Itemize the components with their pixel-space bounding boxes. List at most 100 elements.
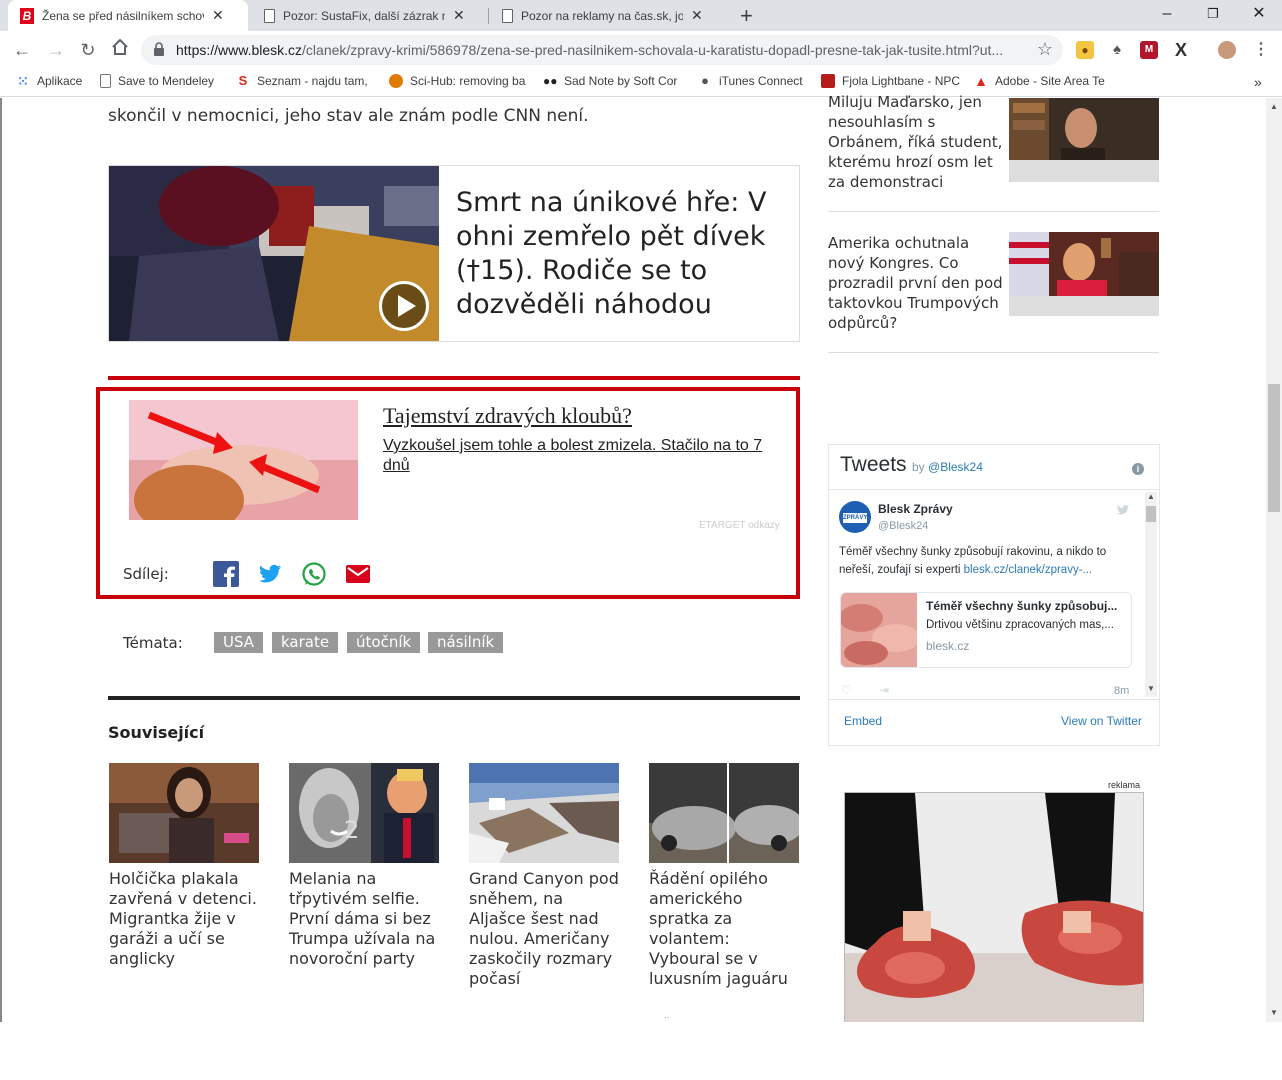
home-icon[interactable] <box>108 38 132 62</box>
video-play-icon[interactable] <box>379 281 429 331</box>
tab-title: Žena se před násilníkem schovala u karat… <box>42 8 204 23</box>
email-icon[interactable] <box>345 561 371 587</box>
more-bookmarks-icon[interactable]: » <box>1254 74 1262 90</box>
apps-grid-icon: ⁙ <box>17 73 29 89</box>
related-image-melania-trump[interactable]: 2 <box>289 763 439 863</box>
card-title: Téměř všechny šunky způsobuj... <box>926 599 1118 613</box>
related-heading: Související <box>108 723 205 742</box>
sidebar-story-image-student[interactable] <box>1009 98 1159 182</box>
reload-icon[interactable]: ↻ <box>76 38 100 62</box>
facebook-icon[interactable] <box>213 561 239 587</box>
tweet-text: Téměř všechny šunky způsobují rakovinu, … <box>839 546 1107 576</box>
blesk-favicon-icon: B <box>20 7 34 24</box>
bookmark-star-icon[interactable]: ☆ <box>1037 39 1053 60</box>
tweet-author-name[interactable]: Blesk Zprávy <box>878 502 953 516</box>
tweets-handle-link[interactable]: @Blesk24 <box>928 460 983 474</box>
extension-cookie-icon[interactable]: ● <box>1076 41 1094 59</box>
tweet-link[interactable]: blesk.cz/clanek/zpravy-... <box>964 564 1092 576</box>
tweets-by: by @Blesk24 <box>912 460 983 474</box>
minimize-icon[interactable]: – <box>1144 0 1190 31</box>
ham-image <box>841 593 920 667</box>
close-tab-icon[interactable]: ✕ <box>453 7 465 24</box>
tab-cas-sk[interactable]: Pozor na reklamy na čas.sk, jointflex ✕ <box>490 0 726 31</box>
bookmark-itunes[interactable]: ● iTunes Connect <box>698 74 803 89</box>
tab-sustafix[interactable]: Pozor: SustaFix, další zázrak na bolest … <box>252 0 488 31</box>
view-on-twitter-link[interactable]: View on Twitter <box>1061 714 1142 728</box>
forward-icon[interactable]: → <box>44 38 68 62</box>
browser-toolbar: ← → ↻ https://www.blesk.cz/clanek/zpravy… <box>0 31 1282 69</box>
share-tweet-icon[interactable]: ⇥ <box>879 683 889 697</box>
tab-title: Pozor na reklamy na čas.sk, jointflex <box>521 8 683 23</box>
shoe-ad-image <box>845 793 1143 1023</box>
tag-link[interactable]: USA <box>214 632 264 653</box>
twitter-bird-icon[interactable] <box>1115 503 1131 517</box>
related-article-title[interactable]: Řádění opilého amerického spratka za vol… <box>649 869 804 989</box>
sponsored-ad-title[interactable]: Tajemství zdravých kloubů? <box>383 403 632 429</box>
bookmark-aplikace[interactable]: ⁙ Aplikace <box>16 74 82 88</box>
sidebar-story-title[interactable]: Amerika ochutnala nový Kongres. Co prozr… <box>828 233 1003 333</box>
page-scroll-thumb[interactable] <box>1268 384 1280 512</box>
tweets-heading: Tweets <box>840 453 907 476</box>
bookmark-sad-note[interactable]: ●● Sad Note by Soft Cor <box>543 74 677 88</box>
tab-blesk-article[interactable]: B Žena se před násilníkem schovala u kar… <box>8 0 248 31</box>
related-image-jaguar[interactable] <box>649 763 799 863</box>
scihub-icon <box>389 74 403 88</box>
tab-title: Pozor: SustaFix, další zázrak na bolest <box>283 8 445 23</box>
tag-link[interactable]: karate <box>272 632 339 653</box>
extension-mendeley-icon[interactable]: M <box>1140 41 1158 59</box>
tweet-link-card[interactable]: Téměř všechny šunky způsobuj... Drtivou … <box>840 592 1132 668</box>
people-icon: ●● <box>543 74 558 88</box>
extension-x-icon[interactable]: X <box>1172 41 1190 59</box>
restore-icon[interactable]: ❐ <box>1190 0 1236 31</box>
address-bar[interactable]: https://www.blesk.cz/clanek/zpravy-krimi… <box>141 35 1063 65</box>
page-scrollbar[interactable]: ▲ ▼ <box>1266 98 1282 1022</box>
menu-kebab-icon[interactable]: ⋮ <box>1252 41 1270 59</box>
embed-link[interactable]: Embed <box>844 714 882 728</box>
document-icon <box>502 8 513 23</box>
related-article-title[interactable]: Melania na třpytivém selfie. První dáma … <box>289 869 444 969</box>
tag-link[interactable]: útočník <box>347 632 421 653</box>
share-label: Sdílej: <box>123 565 169 583</box>
lock-icon <box>154 42 164 56</box>
sidebar-story-image-congress[interactable] <box>1009 232 1159 316</box>
blesk-avatar[interactable]: ZPRÁVY <box>839 501 871 533</box>
card-description: Drtivou většinu zpracovaných mas,... <box>926 619 1114 631</box>
document-icon <box>264 8 275 23</box>
dnd-icon <box>821 74 835 88</box>
related-image-grand-canyon[interactable] <box>469 763 619 863</box>
close-tab-icon[interactable]: ✕ <box>212 7 224 24</box>
profile-avatar[interactable] <box>1218 41 1236 59</box>
related-image-girl[interactable] <box>109 763 259 863</box>
seznam-s-icon: S <box>238 73 248 88</box>
whatsapp-icon[interactable] <box>301 561 327 587</box>
new-tab-icon[interactable]: + <box>740 3 753 29</box>
twitter-icon[interactable] <box>257 561 283 587</box>
bookmark-adobe[interactable]: ▲ Adobe - Site Area Te <box>974 74 1105 88</box>
related-article-title[interactable]: Grand Canyon pod sněhem, na Aljašce šest… <box>469 869 624 989</box>
document-icon <box>100 74 111 88</box>
bookmark-fjola[interactable]: Fjola Lightbane - NPC <box>821 74 960 88</box>
like-heart-icon[interactable]: ♡ <box>841 683 852 697</box>
tag-link[interactable]: násilník <box>428 632 504 653</box>
bookmark-seznam[interactable]: S Seznam - najdu tam, <box>236 73 368 89</box>
shoe-ad-banner[interactable] <box>844 792 1144 1024</box>
ad-source-label[interactable]: ETARGET odkazy <box>699 520 780 531</box>
info-icon[interactable]: i <box>1132 463 1144 475</box>
tweet-author-handle[interactable]: @Blesk24 <box>878 520 928 532</box>
related-divider <box>108 696 800 700</box>
svg-text:2: 2 <box>344 816 359 844</box>
tweets-scrollbar[interactable]: ▲ ▼ <box>1145 492 1157 697</box>
back-icon[interactable]: ← <box>10 38 34 62</box>
sponsored-ad-image[interactable] <box>129 400 358 520</box>
related-article-title[interactable]: Holčička plakala zavřená v detenci. Migr… <box>109 869 264 969</box>
close-tab-icon[interactable]: ✕ <box>691 7 703 24</box>
url-text[interactable]: https://www.blesk.cz/clanek/zpravy-krimi… <box>176 42 1021 58</box>
sidebar-story-title[interactable]: Miluju Maďarsko, jen nesouhlasím s Orbán… <box>828 92 1003 192</box>
tweet-time[interactable]: 8m <box>1114 685 1129 697</box>
window-close-icon[interactable]: ✕ <box>1236 0 1282 31</box>
extension-lightbulb-icon[interactable]: ♠ <box>1108 41 1126 59</box>
bookmark-mendeley[interactable]: Save to Mendeley <box>100 74 214 88</box>
sponsored-ad-description[interactable]: Vyzkoušel jsem tohle a bolest zmizela. S… <box>383 436 783 476</box>
bookmark-scihub[interactable]: Sci-Hub: removing ba <box>389 74 525 88</box>
featured-article-title[interactable]: Smrt na únikové hře: V ohni zemřelo pět … <box>456 186 786 322</box>
